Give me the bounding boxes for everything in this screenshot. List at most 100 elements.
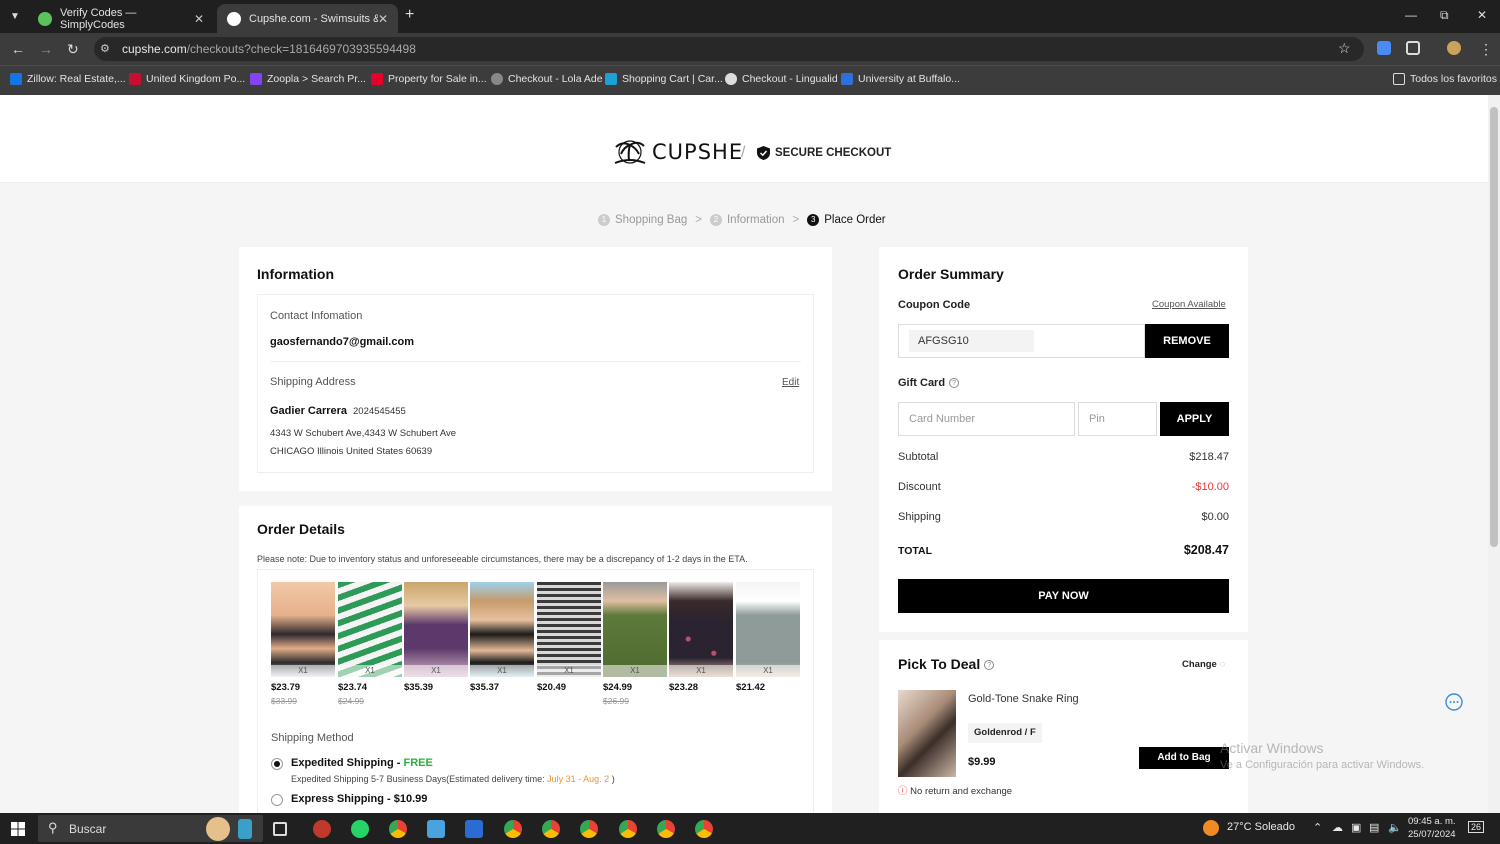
deal-variant-select[interactable]: Goldenrod / F bbox=[968, 723, 1042, 743]
step-information[interactable]: Information bbox=[727, 214, 785, 226]
pay-now-button[interactable]: PAY NOW bbox=[898, 579, 1229, 613]
product-item[interactable]: X1 $23.79 $33.99 bbox=[271, 582, 335, 706]
remove-coupon-button[interactable]: REMOVE bbox=[1145, 324, 1229, 358]
app-icon[interactable] bbox=[313, 820, 331, 838]
windows-start-icon[interactable] bbox=[11, 822, 25, 836]
order-details-title: Order Details bbox=[257, 521, 345, 537]
recipient-name: Gadier Carrera bbox=[270, 405, 348, 417]
deal-product-name[interactable]: Gold-Tone Snake Ring bbox=[968, 693, 1079, 705]
deal-price: $9.99 bbox=[968, 756, 996, 768]
volume-icon[interactable]: 🔈 bbox=[1388, 821, 1402, 834]
chrome-icon[interactable] bbox=[580, 820, 598, 838]
checkout-steps: 1 Shopping Bag > 2 Information > 3 Place… bbox=[598, 214, 886, 226]
tab-search-icon[interactable]: ▼ bbox=[6, 8, 24, 26]
weather-text[interactable]: 27°C Soleado bbox=[1227, 821, 1295, 833]
chat-bubble-icon[interactable] bbox=[1445, 693, 1463, 711]
tab-verify-codes[interactable]: Verify Codes — SimplyCodes ✕ bbox=[28, 4, 214, 33]
product-item[interactable]: X1 $35.37 bbox=[470, 582, 534, 696]
question-circle-icon[interactable]: ? bbox=[984, 660, 995, 671]
product-item[interactable]: X1 $24.99 $26.99 bbox=[603, 582, 667, 706]
task-view-icon[interactable] bbox=[273, 822, 287, 836]
bookmark-shopping-cart[interactable]: Shopping Cart | Car... bbox=[605, 73, 723, 85]
bookmark-property[interactable]: Property for Sale in... bbox=[371, 73, 487, 85]
card-number-input[interactable]: Card Number bbox=[898, 402, 1075, 436]
profile-avatar[interactable] bbox=[1447, 41, 1461, 55]
edit-address-link[interactable]: Edit bbox=[782, 377, 799, 388]
express-shipping-option[interactable]: Express Shipping - $10.99 bbox=[291, 793, 427, 805]
product-item[interactable]: X1 $20.49 bbox=[537, 582, 601, 696]
all-bookmarks-folder[interactable]: Todos los favoritos bbox=[1393, 73, 1497, 85]
page-scrollbar[interactable] bbox=[1488, 95, 1500, 813]
step-place-order: Place Order bbox=[824, 214, 886, 226]
app-icon[interactable] bbox=[465, 820, 483, 838]
question-circle-icon[interactable]: ? bbox=[949, 378, 960, 389]
product-item[interactable]: X1 $21.42 bbox=[736, 582, 800, 696]
menu-kebab-icon[interactable]: ⋮ bbox=[1479, 41, 1493, 58]
chrome-icon[interactable] bbox=[695, 820, 713, 838]
pick-to-deal-card: Pick To Deal? Change ◌ Gold-Tone Snake R… bbox=[879, 640, 1248, 813]
cupshe-logo[interactable]: CUPSHE bbox=[612, 139, 743, 165]
deal-product-image[interactable] bbox=[898, 690, 956, 777]
notifications-icon[interactable]: 26 bbox=[1468, 821, 1485, 833]
product-item[interactable]: X1 $23.74 $24.99 bbox=[338, 582, 402, 706]
scrollbar-thumb[interactable] bbox=[1490, 107, 1498, 547]
bookmark-lola-ade[interactable]: Checkout - Lola Ade bbox=[491, 73, 603, 85]
change-deal-button[interactable]: Change ◌ bbox=[1182, 659, 1225, 670]
tray-chevron-icon[interactable]: ⌃ bbox=[1313, 821, 1322, 834]
network-icon[interactable]: ▤ bbox=[1369, 821, 1379, 834]
weather-sun-icon[interactable] bbox=[1203, 820, 1219, 836]
chrome-icon[interactable] bbox=[542, 820, 560, 838]
product-item[interactable]: X1 $23.28 bbox=[669, 582, 733, 696]
minimize-icon[interactable]: — bbox=[1405, 8, 1417, 22]
add-to-bag-button[interactable]: Add to Bag bbox=[1139, 747, 1229, 769]
onedrive-icon[interactable]: ☁ bbox=[1332, 821, 1343, 834]
apply-gift-card-button[interactable]: APPLY bbox=[1160, 402, 1229, 436]
expedited-shipping-option[interactable]: Expedited Shipping - FREE bbox=[291, 757, 433, 769]
chrome-icon[interactable] bbox=[657, 820, 675, 838]
step-shopping-bag[interactable]: Shopping Bag bbox=[615, 214, 687, 226]
chrome-icon[interactable] bbox=[389, 820, 407, 838]
extensions-icon[interactable] bbox=[1406, 41, 1420, 55]
whatsapp-icon[interactable] bbox=[351, 820, 369, 838]
step-number: 1 bbox=[598, 214, 610, 226]
taskbar-search-input[interactable]: ⚲ Buscar bbox=[38, 815, 263, 842]
subtotal-value: $218.47 bbox=[1189, 451, 1229, 463]
coupon-input[interactable]: AFGSG10 bbox=[898, 324, 1145, 358]
translate-icon[interactable] bbox=[1377, 41, 1391, 55]
bookmark-buffalo[interactable]: University at Buffalo... bbox=[841, 73, 960, 85]
step-number: 3 bbox=[807, 214, 820, 226]
bookmark-lingualid[interactable]: Checkout - Lingualid bbox=[725, 73, 838, 85]
tab-cupshe[interactable]: Cupshe.com - Swimsuits & Fast ✕ bbox=[217, 4, 398, 33]
product-old-price: $33.99 bbox=[271, 696, 297, 706]
system-clock[interactable]: 09:45 a. m. 25/07/2024 bbox=[1408, 815, 1456, 841]
bookmark-zillow[interactable]: Zillow: Real Estate,... bbox=[10, 73, 126, 85]
url-input[interactable]: cupshe.com/checkouts?check=1816469703935… bbox=[94, 37, 1364, 61]
back-icon[interactable]: ← bbox=[11, 41, 25, 57]
pin-input[interactable]: Pin bbox=[1078, 402, 1157, 436]
new-tab-button[interactable]: + bbox=[405, 6, 414, 24]
information-box: Contact Infomation gaosfernando7@gmail.c… bbox=[257, 294, 814, 473]
no-return-notice: ⓘ No return and exchange bbox=[898, 786, 1013, 797]
chrome-icon[interactable] bbox=[504, 820, 522, 838]
close-tab-icon[interactable]: ✕ bbox=[378, 12, 388, 26]
cupshe-favicon-icon bbox=[227, 11, 241, 26]
express-shipping-radio[interactable] bbox=[271, 794, 283, 806]
warning-icon: ⓘ bbox=[898, 786, 908, 797]
product-item[interactable]: X1 $35.39 bbox=[404, 582, 468, 696]
secure-checkout-label: SECURE CHECKOUT bbox=[757, 146, 891, 160]
app-icon[interactable] bbox=[427, 820, 445, 838]
site-info-icon[interactable]: ⚙ bbox=[100, 42, 110, 55]
tray-app-icon[interactable]: ▣ bbox=[1351, 821, 1361, 834]
bookmark-star-icon[interactable]: ☆ bbox=[1338, 40, 1351, 57]
coupon-available-link[interactable]: Coupon Available bbox=[1152, 299, 1226, 310]
bookmark-zoopla[interactable]: Zoopla > Search Pr... bbox=[250, 73, 366, 85]
forward-icon[interactable]: → bbox=[39, 41, 53, 57]
bookmark-uk-post[interactable]: United Kingdom Po... bbox=[129, 73, 245, 85]
expedited-shipping-radio[interactable] bbox=[271, 758, 283, 770]
chrome-icon[interactable] bbox=[619, 820, 637, 838]
reload-icon[interactable]: ↻ bbox=[67, 41, 79, 58]
close-tab-icon[interactable]: ✕ bbox=[194, 12, 204, 26]
restore-icon[interactable]: ⧉ bbox=[1440, 8, 1449, 23]
product-image: X1 bbox=[470, 582, 534, 677]
close-window-icon[interactable]: ✕ bbox=[1477, 8, 1487, 22]
